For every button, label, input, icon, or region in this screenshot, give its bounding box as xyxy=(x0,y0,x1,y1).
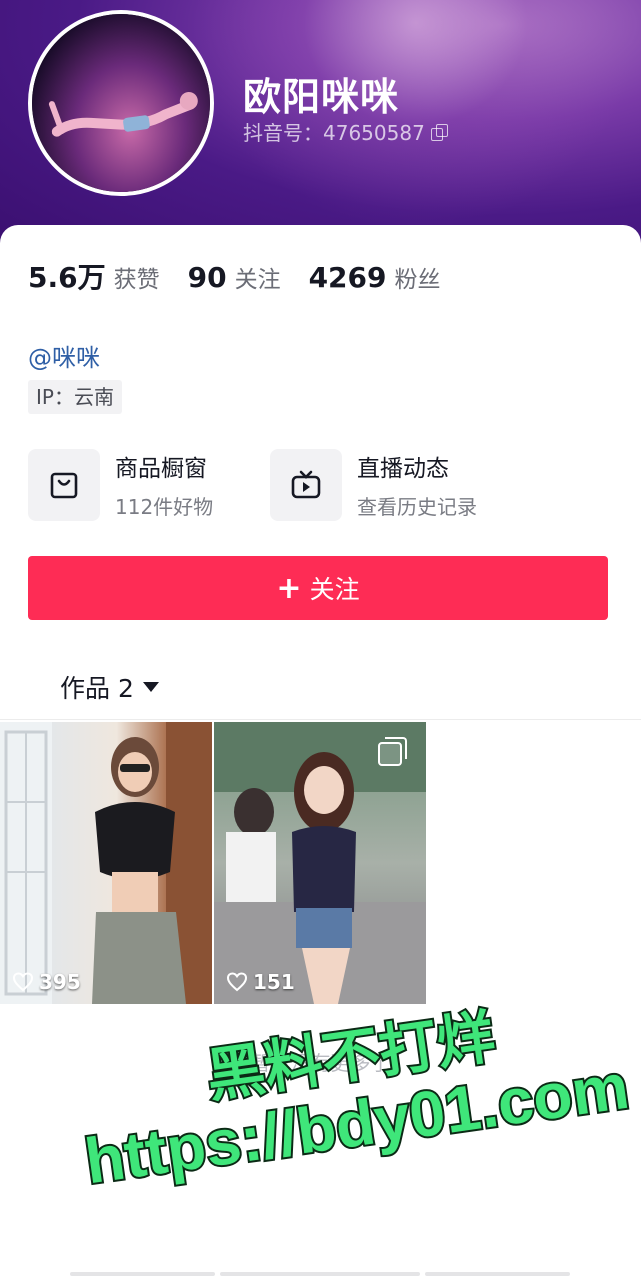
video-thumbnail-image xyxy=(0,722,212,1004)
video-grid: 395 151 xyxy=(0,722,428,1004)
douyin-id[interactable]: 抖音号：47650587 xyxy=(243,117,448,146)
video-likes-count: 151 xyxy=(253,970,295,994)
profile-page: 欧阳咪咪 抖音号：47650587 5.6万 获赞 90 关注 4269 粉丝 … xyxy=(0,0,641,1280)
feature-shop-window-subtitle: 112件好物 xyxy=(115,494,214,519)
video-likes-count: 395 xyxy=(39,970,81,994)
feature-live-history-text: 直播动态 查看历史记录 xyxy=(357,451,477,520)
stat-followers[interactable]: 4269 粉丝 xyxy=(309,260,441,294)
video-thumbnail[interactable]: 151 xyxy=(214,722,426,1004)
stat-followers-value: 4269 xyxy=(308,261,387,294)
tv-icon xyxy=(270,449,342,521)
ip-location-badge: IP：云南 xyxy=(28,380,122,414)
tab-works[interactable]: 作品 2 xyxy=(60,669,159,705)
home-indicator-segment xyxy=(70,1272,215,1276)
stat-likes[interactable]: 5.6万 获赞 xyxy=(28,256,160,296)
shopping-bag-icon xyxy=(28,449,100,521)
feature-shop-window-title: 商品橱窗 xyxy=(115,455,207,482)
heart-icon xyxy=(12,972,34,992)
bio-handle[interactable]: @咪咪 xyxy=(28,338,100,373)
feature-live-history-subtitle: 查看历史记录 xyxy=(357,494,477,519)
video-thumbnail[interactable]: 395 xyxy=(0,722,212,1004)
video-likes: 395 xyxy=(12,970,81,994)
heart-icon xyxy=(226,972,248,992)
no-more-text: 暂时没有更多了 xyxy=(250,1051,391,1075)
avatar[interactable] xyxy=(28,10,214,196)
feature-shop-window-text: 商品橱窗 112件好物 xyxy=(115,451,213,520)
douyin-id-text: 抖音号：47650587 xyxy=(243,121,425,145)
video-likes: 151 xyxy=(226,970,295,994)
stat-likes-value: 5.6万 xyxy=(28,261,106,294)
tab-works-label: 作品 2 xyxy=(60,674,134,703)
stat-following-value: 90 xyxy=(187,261,227,294)
stat-likes-label: 获赞 xyxy=(113,267,160,293)
profile-card: 5.6万 获赞 90 关注 4269 粉丝 @咪咪 IP：云南 商品橱窗 112… xyxy=(0,225,641,1280)
home-indicator-segment xyxy=(220,1272,420,1276)
tab-divider xyxy=(0,719,641,720)
home-indicator-segment xyxy=(425,1272,570,1276)
stats-row: 5.6万 获赞 90 关注 4269 粉丝 xyxy=(28,256,469,296)
follow-button[interactable]: + 关注 xyxy=(28,556,608,620)
stat-following[interactable]: 90 关注 xyxy=(188,260,281,294)
caret-down-icon xyxy=(142,682,159,692)
stat-following-label: 关注 xyxy=(234,267,281,293)
multi-image-icon xyxy=(378,737,407,766)
follow-button-label: 关注 xyxy=(309,575,360,604)
profile-name: 欧阳咪咪 xyxy=(243,75,400,119)
plus-icon: + xyxy=(276,570,302,606)
stat-followers-label: 粉丝 xyxy=(394,267,441,293)
copy-icon[interactable] xyxy=(430,123,448,141)
feature-shop-window[interactable]: 商品橱窗 112件好物 xyxy=(28,449,213,521)
feature-live-history[interactable]: 直播动态 查看历史记录 xyxy=(270,449,477,521)
profile-header: 欧阳咪咪 抖音号：47650587 xyxy=(0,0,641,250)
feature-live-history-title: 直播动态 xyxy=(357,455,449,482)
